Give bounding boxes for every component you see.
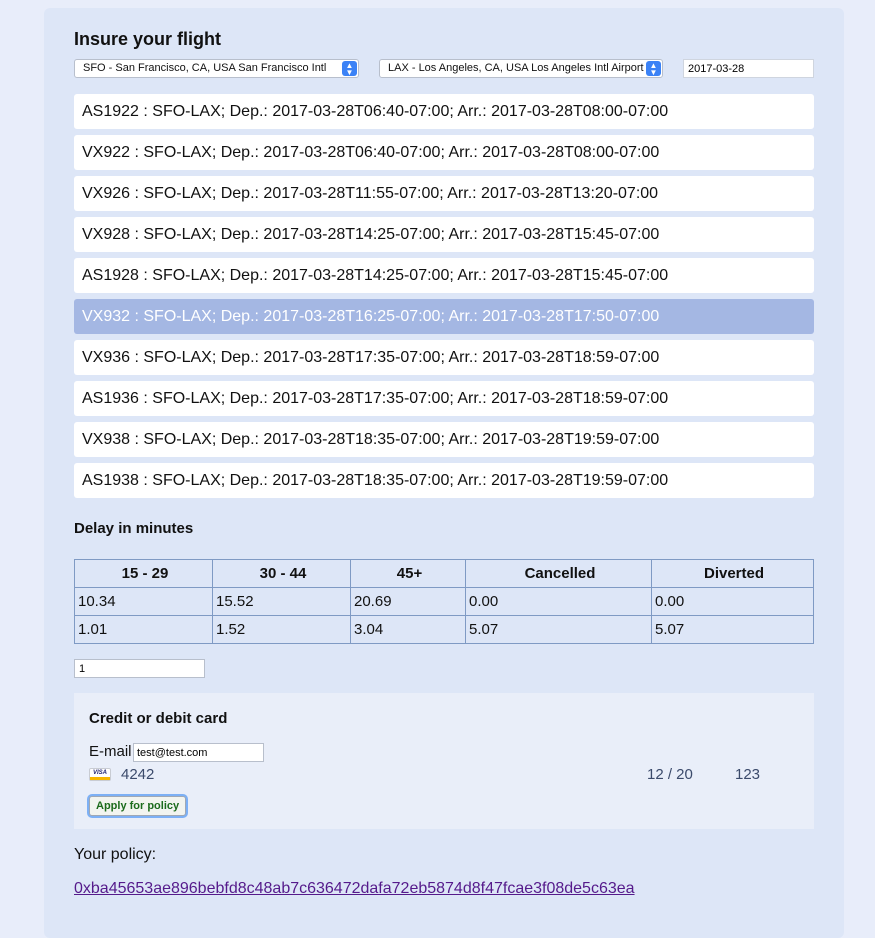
table-cell: 5.07 [465, 615, 652, 644]
flight-list: AS1922 : SFO-LAX; Dep.: 2017-03-28T06:40… [74, 94, 814, 504]
table-cell: 15.52 [212, 587, 351, 616]
table-row: 1.01 1.52 3.04 5.07 5.07 [74, 615, 814, 644]
delay-title: Delay in minutes [74, 520, 194, 537]
quantity-input[interactable] [74, 659, 205, 678]
chevron-updown-icon: ▲ ▼ [342, 61, 357, 77]
email-field[interactable] [133, 743, 264, 762]
table-cell: 10.34 [74, 587, 213, 616]
flight-option[interactable]: AS1928 : SFO-LAX; Dep.: 2017-03-28T14:25… [74, 258, 814, 293]
card-expiry-field[interactable]: 12 / 20 [647, 766, 693, 783]
apply-for-policy-button[interactable]: Apply for policy [89, 796, 187, 816]
flight-option[interactable]: AS1936 : SFO-LAX; Dep.: 2017-03-28T17:35… [74, 381, 814, 416]
origin-select[interactable]: SFO - San Francisco, CA, USA San Francis… [74, 59, 359, 78]
flight-option[interactable]: VX936 : SFO-LAX; Dep.: 2017-03-28T17:35-… [74, 340, 814, 375]
table-cell: 20.69 [350, 587, 466, 616]
table-row: 10.34 15.52 20.69 0.00 0.00 [74, 587, 814, 616]
table-cell: 1.01 [74, 615, 213, 644]
table-cell: 3.04 [350, 615, 466, 644]
policy-hash-link[interactable]: 0xba45653ae896bebfd8c48ab7c636472dafa72e… [74, 880, 635, 898]
header-cell: 15 - 29 [74, 559, 213, 588]
chevron-updown-icon: ▲ ▼ [646, 61, 661, 77]
card-title: Credit or debit card [89, 710, 228, 727]
header-cell: 45+ [350, 559, 466, 588]
destination-select-value: LAX - Los Angeles, CA, USA Los Angeles I… [388, 62, 644, 74]
visa-icon: VISA [89, 768, 111, 781]
flight-option[interactable]: VX932 : SFO-LAX; Dep.: 2017-03-28T16:25-… [74, 299, 814, 334]
flight-option[interactable]: VX922 : SFO-LAX; Dep.: 2017-03-28T06:40-… [74, 135, 814, 170]
header-cell: 30 - 44 [212, 559, 351, 588]
card-cvc-field[interactable]: 123 [735, 766, 760, 783]
card-number-field[interactable]: 4242 [121, 766, 154, 783]
date-input[interactable] [683, 59, 814, 78]
table-cell: 0.00 [651, 587, 814, 616]
page-title: Insure your flight [74, 29, 222, 49]
destination-select[interactable]: LAX - Los Angeles, CA, USA Los Angeles I… [379, 59, 663, 78]
email-label: E-mail [89, 743, 132, 760]
table-cell: 1.52 [212, 615, 351, 644]
flight-option[interactable]: AS1922 : SFO-LAX; Dep.: 2017-03-28T06:40… [74, 94, 814, 129]
table-cell: 5.07 [651, 615, 814, 644]
flight-option[interactable]: VX928 : SFO-LAX; Dep.: 2017-03-28T14:25-… [74, 217, 814, 252]
visa-icon-text: VISA [92, 770, 107, 776]
header-cell: Diverted [651, 559, 814, 588]
card-form: Credit or debit card E-mail VISA 4242 12… [74, 693, 814, 829]
flight-option[interactable]: VX938 : SFO-LAX; Dep.: 2017-03-28T18:35-… [74, 422, 814, 457]
delay-table-header: 15 - 29 30 - 44 45+ Cancelled Diverted [74, 559, 814, 588]
delay-table: 15 - 29 30 - 44 45+ Cancelled Diverted 1… [74, 559, 814, 644]
table-cell: 0.00 [465, 587, 652, 616]
policy-label: Your policy: [74, 846, 157, 863]
flight-option[interactable]: AS1938 : SFO-LAX; Dep.: 2017-03-28T18:35… [74, 463, 814, 498]
origin-select-value: SFO - San Francisco, CA, USA San Francis… [83, 62, 327, 74]
flight-option[interactable]: VX926 : SFO-LAX; Dep.: 2017-03-28T11:55-… [74, 176, 814, 211]
header-cell: Cancelled [465, 559, 652, 588]
insurance-panel: Insure your flight SFO - San Francisco, … [44, 8, 844, 938]
